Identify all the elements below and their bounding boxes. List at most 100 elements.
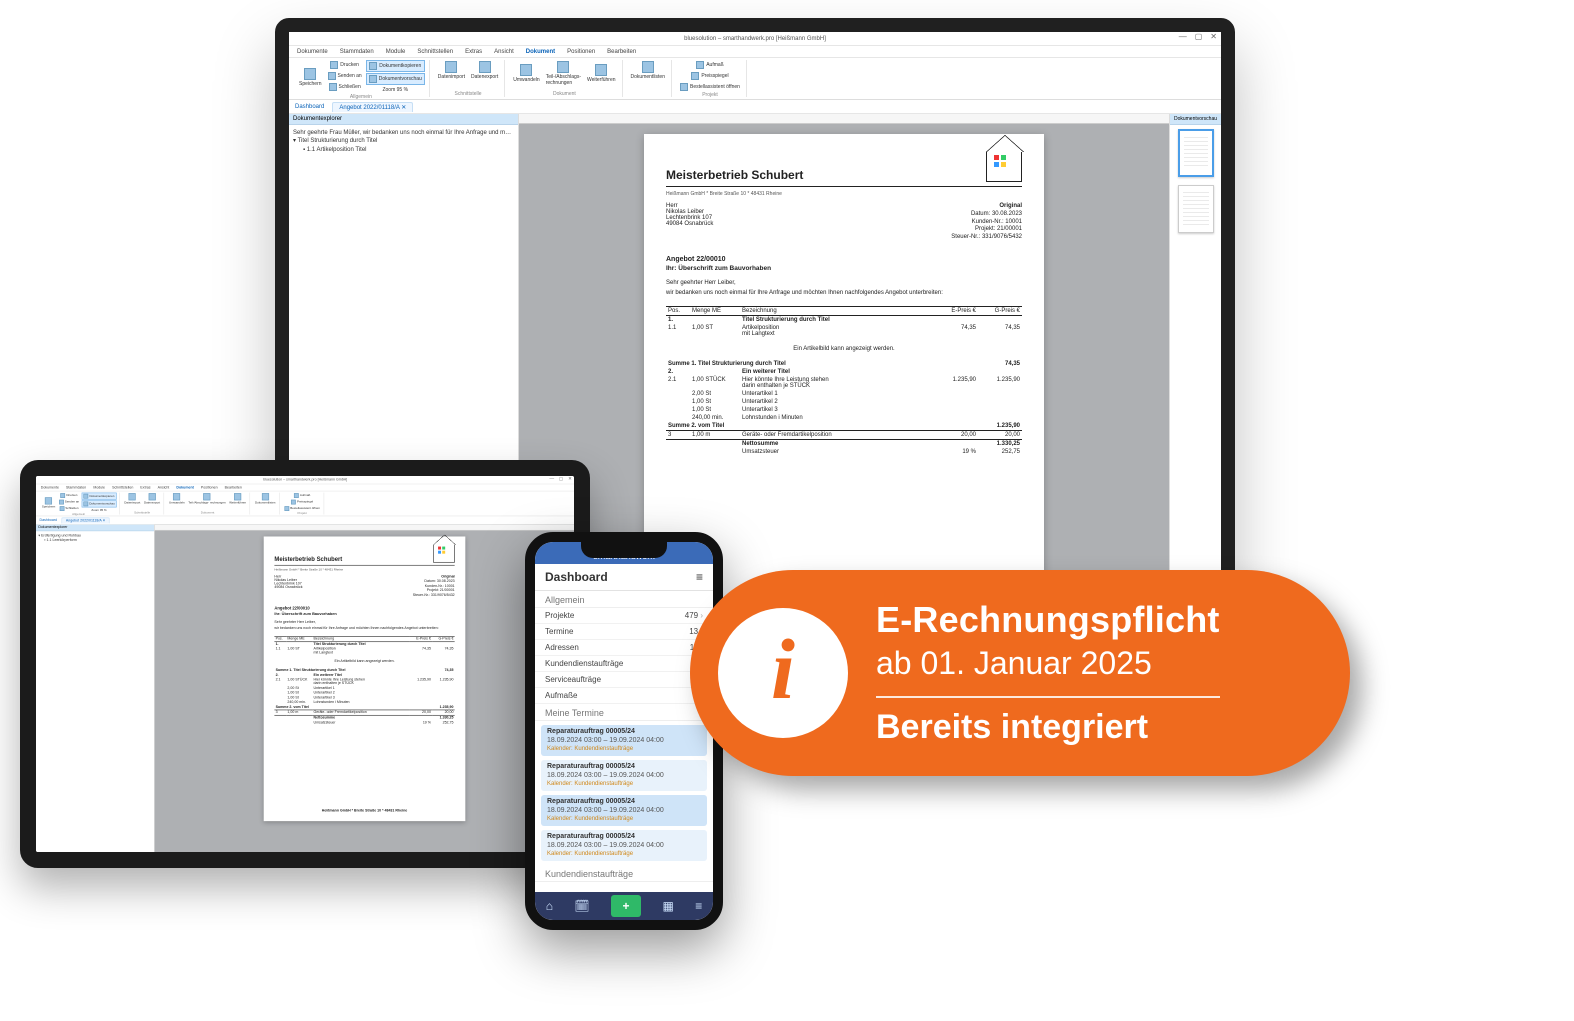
continue-button[interactable]: Weiterführen xyxy=(585,60,618,87)
aufmass-button[interactable]: Aufmaß xyxy=(678,60,742,70)
ribbon-group-dokument: Umwandeln Teil-/Abschlags- rechnungen We… xyxy=(507,60,622,97)
document-explorer-panel: Dokumentexplorer ▾ Erdfertigung und Rohb… xyxy=(36,525,155,855)
table-row: 1.11,00 STArtikelposition mit Langtext74… xyxy=(274,647,454,655)
app-title: bluesolution – smarthandwerk.pro [Heißma… xyxy=(684,36,826,42)
table-row: Ein Artikelbild kann angezeigt werden. xyxy=(666,338,1022,360)
page-thumbnail[interactable] xyxy=(1178,185,1214,233)
maximize-icon[interactable]: ▢ xyxy=(1195,32,1203,41)
menu-extras[interactable]: Extras xyxy=(465,49,482,55)
tablet-device: bluesolution – smarthandwerk.pro [Heißma… xyxy=(20,460,590,868)
divider xyxy=(876,696,1220,698)
list-item[interactable]: Serviceaufträge › xyxy=(535,672,713,688)
list-icon xyxy=(642,61,654,73)
phone-header: Dashboard ≡ xyxy=(535,564,713,591)
close-icon[interactable]: ✕ xyxy=(568,476,572,481)
ribbon-group-title: Dokument xyxy=(511,91,617,97)
ribbon-group-allgemein: Speichern Drucken Senden an Schließen Do… xyxy=(293,60,430,97)
document-page: Meisterbetrieb Schubert Heißmann GmbH * … xyxy=(264,536,466,821)
salutation: Sehr geehrter Herr Leiber, xyxy=(666,280,1022,286)
ribbon: Speichern Drucken Senden an Schließen Do… xyxy=(289,58,1221,100)
doc-lists-button[interactable]: Dokumentlisten xyxy=(629,60,667,81)
info-icon: i xyxy=(718,608,848,738)
section-header: Kundendienstaufträge xyxy=(535,865,713,882)
table-row: 1.11,00 STArtikelposition mit Langtext74… xyxy=(666,324,1022,338)
menu-ansicht[interactable]: Ansicht xyxy=(494,49,514,55)
page-thumbnail[interactable] xyxy=(1178,129,1214,177)
company-logo-icon xyxy=(433,545,454,563)
save-button[interactable]: Speichern xyxy=(297,60,324,94)
minimize-icon[interactable]: — xyxy=(1179,32,1187,41)
menu-bearbeiten[interactable]: Bearbeiten xyxy=(607,49,636,55)
doc-footer: Heißmann GmbH * Breite Straße 10 * 48431… xyxy=(274,809,454,813)
document-canvas[interactable]: Meisterbetrieb Schubert Heißmann GmbH * … xyxy=(519,114,1169,604)
home-icon[interactable]: ⌂ xyxy=(546,899,553,913)
convert-button[interactable]: Umwandeln xyxy=(511,60,541,87)
tree-item[interactable]: ▾ Titel Strukturierung durch Titel xyxy=(293,137,514,145)
bestell-button[interactable]: Bestellassistent öffnen xyxy=(678,82,742,92)
appointment-card[interactable]: Reparaturauftrag 00005/24 18.09.2024 03:… xyxy=(541,795,707,826)
send-button[interactable]: Senden an xyxy=(326,71,364,81)
save-button[interactable]: Speichern xyxy=(41,493,57,513)
grid-icon[interactable]: ▦ xyxy=(662,899,673,913)
print-button[interactable]: Drucken xyxy=(326,60,364,70)
minimize-icon[interactable]: — xyxy=(549,476,554,481)
print-icon xyxy=(330,61,338,69)
tab-angebot[interactable]: Angebot 2022/01118/A ✕ xyxy=(332,102,413,112)
table-row: 1,00 StUnterartikel 3 xyxy=(666,406,1022,414)
forward-icon xyxy=(595,64,607,76)
table-row: 1,00 StUnterartikel 2 xyxy=(666,398,1022,406)
menu-stammdaten[interactable]: Stammdaten xyxy=(340,49,374,55)
list-item[interactable]: Projekte479 › xyxy=(535,608,713,624)
table-row: Summe 1. Titel Strukturierung durch Tite… xyxy=(666,360,1022,368)
list-item[interactable]: Termine13 › xyxy=(535,624,713,640)
appointment-card[interactable]: Reparaturauftrag 00005/24 18.09.2024 03:… xyxy=(541,760,707,791)
partial-invoice-button[interactable]: Teil-/Abschlags- rechnungen xyxy=(544,60,583,87)
table-row: 2.11,00 STÜCKHier könnte Ihre Leistung s… xyxy=(274,678,454,686)
tab-dashboard[interactable]: Dashboard xyxy=(295,104,324,110)
add-button[interactable]: + xyxy=(611,895,641,917)
menu-schnittstellen[interactable]: Schnittstellen xyxy=(417,49,453,55)
list-item[interactable]: Adressen11 › xyxy=(535,640,713,656)
hamburger-icon[interactable]: ≡ xyxy=(696,570,703,584)
zoom-control[interactable]: Zoom 95 % xyxy=(366,86,425,94)
menu-dokument[interactable]: Dokument xyxy=(526,49,555,55)
doc-subject: Angebot 22/00010 xyxy=(666,256,1022,263)
import-button[interactable]: Datenimport xyxy=(436,60,467,81)
ribbon: Speichern Drucken Senden an Schließen Do… xyxy=(36,491,574,516)
doc-copy-button[interactable]: Dokumentkopieren xyxy=(366,60,425,72)
tree-root-text[interactable]: Sehr geehrte Frau Müller, wir bedanken u… xyxy=(293,129,514,137)
export-button[interactable]: Datenexport xyxy=(469,60,500,81)
menu-module[interactable]: Module xyxy=(386,49,406,55)
close-icon[interactable]: ✕ xyxy=(1210,32,1217,41)
invoice-icon xyxy=(557,61,569,73)
tree-item[interactable]: ▪ 1.1 Artikelposition Titel xyxy=(293,146,514,154)
list-item[interactable]: Kundendienstaufträge › xyxy=(535,656,713,672)
save-icon xyxy=(304,68,316,80)
price-icon xyxy=(691,72,699,80)
ribbon-group-title: Schnittstelle xyxy=(436,91,500,97)
window-titlebar: bluesolution – smarthandwerk.pro [Heißma… xyxy=(36,476,574,484)
badge-title: E-Rechnungspflicht xyxy=(876,599,1220,641)
table-row: 240,00 min.Lohnstunden i Minuten xyxy=(666,414,1022,422)
company-logo-icon xyxy=(986,152,1022,182)
menu-dokumente[interactable]: Dokumente xyxy=(297,49,328,55)
menu-icon[interactable]: ≡ xyxy=(695,899,702,913)
appointment-card[interactable]: Reparaturauftrag 00005/24 18.09.2024 03:… xyxy=(541,725,707,756)
table-row: 1.Titel Strukturierung durch Titel xyxy=(666,315,1022,324)
document-canvas[interactable]: Meisterbetrieb Schubert Heißmann GmbH * … xyxy=(155,525,575,855)
appointment-card[interactable]: Reparaturauftrag 00005/24 18.09.2024 03:… xyxy=(541,830,707,861)
menu-positionen[interactable]: Positionen xyxy=(567,49,595,55)
preisspiegel-button[interactable]: Preisspiegel xyxy=(678,71,742,81)
ribbon-group-projekt: Aufmaß Preisspiegel Bestellassistent öff… xyxy=(674,60,747,97)
sender-line: Heißmann GmbH * Breite Straße 10 * 48431… xyxy=(666,191,1022,197)
doc-preview-button[interactable]: Dokumentvorschau xyxy=(366,73,425,85)
close-button[interactable]: Schließen xyxy=(326,82,364,92)
import-icon xyxy=(445,61,457,73)
calendar-icon[interactable]: 🗓 xyxy=(574,899,589,913)
document-tabs: Dashboard Angebot 2022/01118/A ✕ xyxy=(289,100,1221,114)
company-name: Meisterbetrieb Schubert xyxy=(666,168,803,182)
list-item[interactable]: Aufmaße › xyxy=(535,688,713,704)
table-row: 2.11,00 STÜCKHier könnte Ihre Leistung s… xyxy=(666,376,1022,390)
maximize-icon[interactable]: ▢ xyxy=(559,476,563,481)
send-icon xyxy=(328,72,336,80)
